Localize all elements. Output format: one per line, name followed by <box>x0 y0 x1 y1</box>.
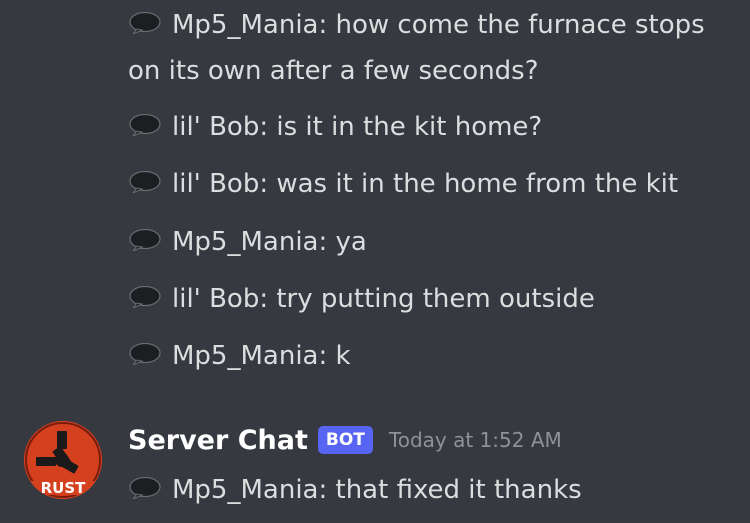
avatar-logo-text: RUST <box>41 479 87 497</box>
speech-bubble-icon <box>128 114 162 136</box>
message-text: Mp5_Mania: how come the furnace stops on… <box>128 10 705 86</box>
message-text: lil' Bob: try putting them outside <box>172 284 595 314</box>
message-text: Mp5_Mania: k <box>172 341 351 371</box>
chat-log: Mp5_Mania: how come the furnace stops on… <box>0 0 750 523</box>
bot-tag: BOT <box>317 426 373 454</box>
speech-bubble-icon <box>128 343 162 365</box>
timestamp[interactable]: Today at 1:52 AM <box>389 428 562 452</box>
message-text: Mp5_Mania: that fixed it thanks <box>172 475 582 505</box>
speech-bubble-icon <box>128 12 162 34</box>
chat-message: Mp5_Mania: k <box>128 333 730 379</box>
speech-bubble-icon <box>128 477 162 499</box>
message-text: lil' Bob: is it in the kit home? <box>172 112 543 142</box>
chat-message: Mp5_Mania: how come the furnace stops on… <box>128 2 730 94</box>
speech-bubble-icon <box>128 286 162 308</box>
avatar[interactable]: RUST <box>24 421 102 499</box>
username[interactable]: Server Chat <box>128 425 308 456</box>
speech-bubble-icon <box>128 171 162 193</box>
message-header: Server Chat BOT Today at 1:52 AM <box>128 420 562 460</box>
chat-message: Mp5_Mania: that fixed it thanks <box>128 467 730 513</box>
message-text: Mp5_Mania: ya <box>172 227 367 257</box>
chat-message: lil' Bob: is it in the kit home? <box>128 104 730 150</box>
rust-logo-icon: RUST <box>24 421 102 499</box>
chat-message: Mp5_Mania: ya <box>128 219 730 265</box>
speech-bubble-icon <box>128 229 162 251</box>
chat-message: lil' Bob: try putting them outside <box>128 276 730 322</box>
message-text: lil' Bob: was it in the home from the ki… <box>172 169 679 199</box>
chat-message: lil' Bob: was it in the home from the ki… <box>128 161 730 207</box>
